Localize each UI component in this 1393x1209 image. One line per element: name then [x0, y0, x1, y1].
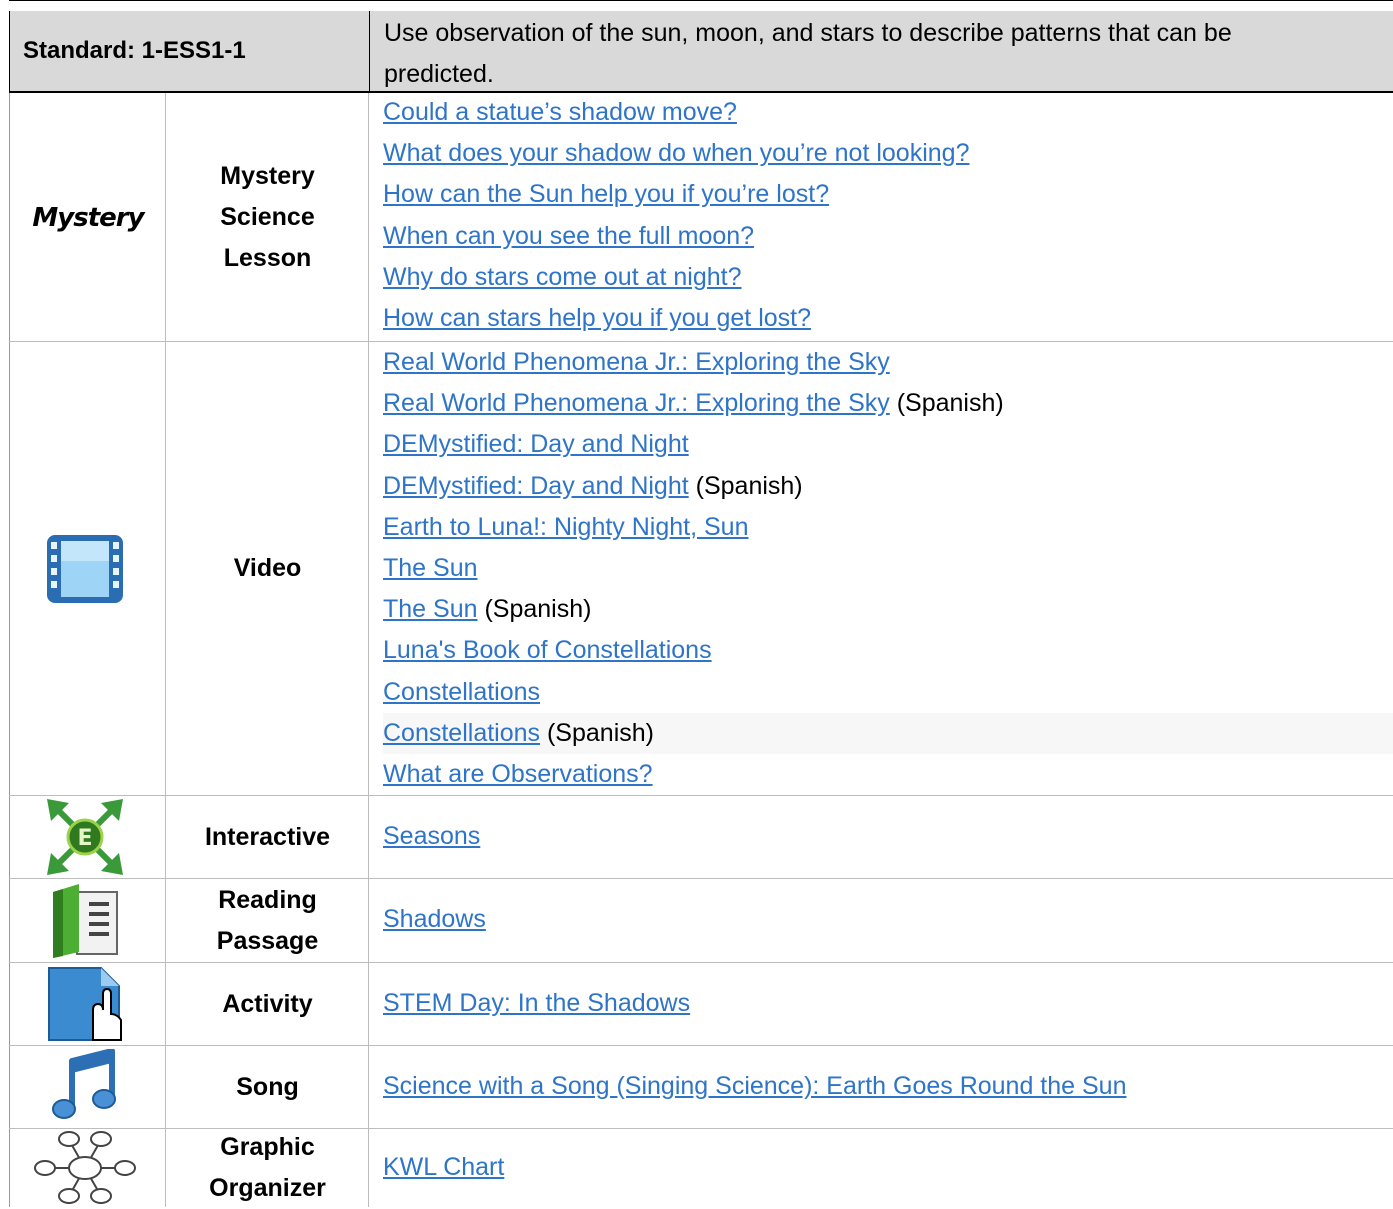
category-song: Song	[236, 1072, 299, 1101]
link-rwp-exploring-sky-spanish[interactable]: Real World Phenomena Jr.: Exploring the …	[383, 389, 890, 417]
explore-arrows-icon: E	[39, 796, 131, 878]
video-item: Constellations	[383, 672, 1393, 713]
video-item: Real World Phenomena Jr.: Exploring the …	[383, 389, 1004, 418]
link-constellations[interactable]: Constellations	[383, 678, 540, 706]
link-stars-lost[interactable]: How can stars help you if you get lost?	[383, 304, 811, 332]
link-kwl-chart[interactable]: KWL Chart	[383, 1153, 504, 1181]
row-reading-passage: Reading Passage Shadows	[9, 879, 1393, 962]
hand-pointer-icon	[39, 963, 131, 1045]
film-icon	[39, 342, 131, 795]
link-rwp-exploring-sky[interactable]: Real World Phenomena Jr.: Exploring the …	[383, 348, 890, 376]
video-item: DEMystified: Day and Night	[383, 424, 1393, 465]
activity-links: STEM Day: In the Shadows	[383, 983, 1393, 1024]
video-item: The Sun	[383, 548, 1393, 589]
link-demystified-day-night-spanish[interactable]: DEMystified: Day and Night	[383, 472, 689, 500]
link-constellations-spanish[interactable]: Constellations	[383, 719, 540, 747]
mind-map-icon	[33, 1129, 137, 1207]
row-mystery-science: Mystery Mystery Science Lesson Could a s…	[9, 94, 1393, 341]
link-stem-day-shadows[interactable]: STEM Day: In the Shadows	[383, 989, 690, 1017]
video-item: Constellations (Spanish)	[383, 712, 1393, 755]
category-graphic-organizer: Graphic Organizer	[209, 1133, 326, 1202]
reading-links: Shadows	[383, 899, 1393, 940]
link-shadow-not-looking[interactable]: What does your shadow do when you’re not…	[383, 139, 969, 167]
video-item: Luna's Book of Constellations	[383, 630, 1393, 671]
link-sun-help-lost[interactable]: How can the Sun help you if you’re lost?	[383, 180, 829, 208]
mystery-links: Could a statue’s shadow move? What does …	[383, 92, 1393, 339]
row-song: Song Science with a Song (Singing Scienc…	[9, 1046, 1393, 1128]
category-mystery-science: Mystery Science Lesson	[220, 162, 315, 272]
mystery-science-logo: Mystery	[32, 202, 144, 233]
category-activity: Activity	[222, 989, 313, 1018]
video-item: The Sun (Spanish)	[383, 595, 592, 624]
song-links: Science with a Song (Singing Science): E…	[383, 1066, 1393, 1107]
link-earth-to-luna[interactable]: Earth to Luna!: Nighty Night, Sun	[383, 513, 749, 541]
row-interactive: E Interactive Seasons	[9, 796, 1393, 878]
row-video: Video Real World Phenomena Jr.: Explorin…	[9, 342, 1393, 795]
link-shadows[interactable]: Shadows	[383, 905, 486, 933]
link-seasons[interactable]: Seasons	[383, 822, 480, 850]
interactive-links: Seasons	[383, 816, 1393, 857]
category-video: Video	[233, 554, 302, 582]
link-stars-night[interactable]: Why do stars come out at night?	[383, 263, 742, 291]
standard-header: Standard: 1-ESS1-1 Use observation of th…	[9, 11, 1393, 93]
link-the-sun[interactable]: The Sun	[383, 554, 478, 582]
row-activity: Activity STEM Day: In the Shadows	[9, 963, 1393, 1045]
link-demystified-day-night[interactable]: DEMystified: Day and Night	[383, 430, 689, 458]
video-item: DEMystified: Day and Night (Spanish)	[383, 471, 803, 500]
link-statue-shadow[interactable]: Could a statue’s shadow move?	[383, 98, 737, 126]
organizer-links: KWL Chart	[383, 1147, 1393, 1188]
book-icon	[39, 879, 131, 962]
standard-label: Standard: 1-ESS1-1	[10, 11, 370, 91]
category-reading-passage: Reading Passage	[216, 885, 319, 955]
link-lunas-constellations[interactable]: Luna's Book of Constellations	[383, 636, 712, 664]
video-item: Real World Phenomena Jr.: Exploring the …	[383, 342, 1393, 383]
link-what-are-observations[interactable]: What are Observations?	[383, 760, 653, 788]
video-links: Real World Phenomena Jr.: Exploring the …	[383, 342, 1393, 795]
link-earth-goes-round-sun[interactable]: Science with a Song (Singing Science): E…	[383, 1072, 1127, 1100]
category-interactive: Interactive	[204, 822, 331, 851]
svg-text:E: E	[77, 826, 92, 851]
standard-description: Use observation of the sun, moon, and st…	[384, 19, 1232, 88]
video-item: What are Observations?	[383, 754, 1393, 795]
link-the-sun-spanish[interactable]: The Sun	[383, 595, 478, 623]
video-item: Earth to Luna!: Nighty Night, Sun	[383, 507, 1393, 548]
link-full-moon[interactable]: When can you see the full moon?	[383, 222, 754, 250]
row-graphic-organizer: Graphic Organizer KWL Chart	[9, 1129, 1393, 1207]
music-note-icon	[39, 1046, 131, 1128]
